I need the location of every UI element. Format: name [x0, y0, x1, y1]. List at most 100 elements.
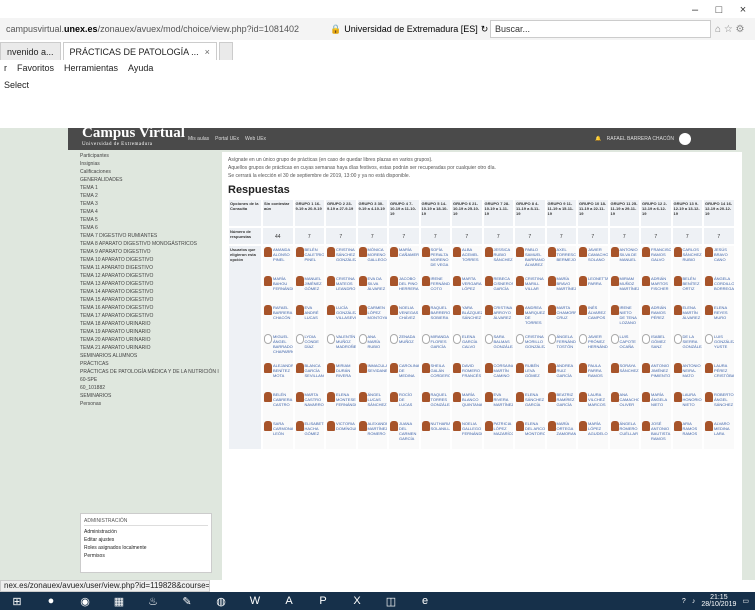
user-name[interactable]: NOELIA GALLEGO FERNÁNDEZ — [462, 421, 482, 436]
campus-logo[interactable]: Campus Virtual Universidad de Extremadura — [68, 126, 188, 151]
user-entry[interactable]: SARA BALMAS GONZÁLEZ — [484, 333, 513, 362]
user-entry[interactable]: VICTORIA DOMÍNGUEZ — [326, 420, 356, 449]
user-name[interactable]: ANTONIO SILVA DE MANUEL — [620, 247, 639, 262]
user-entry[interactable]: AMANDA ALONSO PINEL — [263, 246, 293, 275]
user-entry[interactable]: MARÍA BAHOU FERNÁNDEZ — [263, 275, 293, 304]
user-entry[interactable]: SARA CARMONA LEÓN — [263, 420, 293, 449]
user-entry[interactable]: MIRIAM MUÑOZ MARTÍNEZ — [610, 275, 639, 304]
user-entry[interactable]: ALEXANDRA MARTÍNEZ ROMERO — [358, 420, 387, 449]
user-entry[interactable]: ELENA MARTÍN ÁLVAREZ — [673, 304, 703, 333]
user-name[interactable]: ROBERTO ÁNGEL SÁNCHEZ — [714, 392, 734, 407]
user-entry[interactable]: IRENE FERNÁNDEZ COTO — [421, 275, 451, 304]
nav-item[interactable]: Participantes — [80, 152, 220, 160]
user-name[interactable]: ARIA RAMOS RAMOS — [683, 421, 702, 436]
user-entry[interactable]: ROCÍO DE LUCAS — [389, 391, 419, 420]
menu-ayuda[interactable]: Ayuda — [128, 60, 153, 77]
user-name[interactable]: SORAYA SÁNCHEZ — [620, 363, 639, 373]
user-entry[interactable]: SOFÍA PERALTA MORENO DE VEGA — [421, 246, 451, 275]
user-entry[interactable]: ROBERTO ÁNGEL SÁNCHEZ — [704, 391, 734, 420]
user-entry[interactable]: JAVIER CAMACHO SOLANO — [578, 246, 608, 275]
user-entry[interactable]: MIRANDA FLORES GARCÍA — [421, 333, 451, 362]
user-entry[interactable]: MIGUEL ÁNGEL BARRADO CHAPARRO — [263, 333, 293, 362]
user-name[interactable]: MARÍA ÁNGELA NIETO — [651, 392, 670, 407]
user-name[interactable]: ÁNGELA CORDILLO BORREGA — [714, 276, 734, 291]
user-entry[interactable]: ALVARO MEDINA LARA — [704, 420, 734, 449]
user-entry[interactable]: LEONETTA PARRA — [578, 275, 608, 304]
user-name[interactable]: JAVIER CAMACHO SOLANO — [588, 247, 608, 262]
user-entry[interactable]: MARTA CHAMORRO CRUZ — [547, 304, 576, 333]
user-name[interactable]: MARTA VERGARA LÓPEZ — [462, 276, 481, 291]
user-name[interactable]: IRENE NIETO DE TENA LOZANO — [620, 305, 639, 325]
user-entry[interactable]: MIRIAM DURÁN RIVERA — [326, 362, 356, 391]
nav-item[interactable]: Insignias — [80, 160, 220, 168]
nav-item[interactable]: TEMA 15 APARATO DIGESTIVO — [80, 296, 220, 304]
user-name[interactable]: PAULA PARRA RAMOS — [588, 363, 607, 378]
nav-item[interactable]: PRÁCTICAS — [80, 360, 220, 368]
user-entry[interactable]: RUBÉN LEVA GÓMEZ — [515, 362, 545, 391]
user-entry[interactable]: LYDIA CONDE DÍAZ — [295, 333, 325, 362]
user-name[interactable]: BELÉN CABRERA CASTRO — [273, 392, 292, 407]
user-entry[interactable]: MARÍA BLANCO QUINTANA — [452, 391, 482, 420]
menu-item[interactable]: r — [4, 60, 7, 77]
paint-icon[interactable]: ✎ — [170, 592, 204, 610]
user-name[interactable]: NUTHARIA SOLANILLA — [431, 421, 451, 431]
media-icon[interactable]: ▦ — [102, 592, 136, 610]
user-name[interactable]: EVA DA SILVA ÁLVAREZ — [368, 276, 387, 291]
user-entry[interactable]: ALBA ACEMEL TORRES — [452, 246, 482, 275]
user-entry[interactable]: PAULA PARRA RAMOS — [578, 362, 608, 391]
user-entry[interactable]: CRISTINA ARROYO ÁLVAREZ — [484, 304, 514, 333]
user-entry[interactable]: EVA ANDRÉ LUCAS — [295, 304, 325, 333]
user-name[interactable]: PABLO SAMUEL BARRANCO ÁLVAREZ — [525, 247, 545, 267]
user-entry[interactable]: NOELIA VENEGAS CHÁVEZ — [389, 304, 419, 333]
user-entry[interactable]: LAURA PÉREZ CRISTÓBAL — [704, 362, 734, 391]
firefox-icon[interactable]: ◉ — [68, 592, 102, 610]
user-entry[interactable]: EVA DA SILVA ÁLVAREZ — [358, 275, 388, 304]
user-name[interactable]: ÁNGEL LUCAS SÁNCHEZ — [368, 392, 387, 407]
user-name[interactable]: AXEL TORRESCUSA BERMEJO — [557, 247, 577, 262]
user-name[interactable]: MARTA CASTRO NAVARRO — [305, 392, 324, 407]
user-name[interactable]: ADRIÁN RAMOS PÉREZ — [651, 305, 670, 320]
user-name[interactable]: ELENA DEL ARCO MONTORO — [525, 421, 545, 436]
user-name[interactable]: RUBÉN LEVA GÓMEZ — [525, 363, 544, 378]
user-name[interactable]: JESÚS BRAVO CANO — [714, 247, 733, 262]
chrome-icon[interactable]: ● — [34, 592, 68, 610]
user-name[interactable]: MARÍA LÓPEZ AGUDELO — [588, 421, 608, 436]
user-name[interactable]: ELENA MARTÍN ÁLVAREZ — [683, 305, 702, 320]
user-name[interactable]: RAFAEL BARRERA CHACÓN — [273, 305, 292, 320]
user-entry[interactable]: INMACULADA SEVIDANE — [358, 362, 388, 391]
user-entry[interactable]: MARÍA ÁNGELA NIETO — [641, 391, 671, 420]
user-entry[interactable]: DE LA SIERRA GONZÁLEZ — [673, 333, 703, 362]
home-star-gear-icons[interactable]: ⌂ ☆ ⚙ — [715, 24, 755, 35]
select-label[interactable]: Select — [4, 78, 29, 93]
help-icon[interactable]: ? — [682, 598, 686, 605]
user-name[interactable]: JACOBO DEL PINO HERRERA — [399, 276, 419, 291]
user-name[interactable]: SARA CARMONA LEÓN — [273, 421, 293, 436]
user-entry[interactable]: ANA CAMACHO OLIVER — [610, 391, 639, 420]
user-name[interactable]: ANDREA MARQUEZ DE TORRES — [525, 305, 545, 325]
user-name[interactable]: NOELIA VENEGAS CHÁVEZ — [399, 305, 418, 320]
close-tab-icon[interactable]: × — [205, 47, 210, 57]
nav-web[interactable]: Web UEx — [245, 136, 266, 142]
user-name[interactable]: ALEJANDRO BENÍTEZ MOTA — [273, 363, 293, 378]
user-entry[interactable]: FRANCISCO RAMOS GALVO — [641, 246, 671, 275]
user-name[interactable]: MANUEL JIMÉNEZ GÓMEZ — [305, 276, 324, 291]
admin-item[interactable]: Permisos — [84, 552, 208, 560]
user-entry[interactable]: ANDREA RUIZ GARCÍA — [547, 362, 577, 391]
user-entry[interactable]: MARTA VERGARA LÓPEZ — [452, 275, 482, 304]
user-entry[interactable]: RAFAEL BARRERA CHACÓN — [263, 304, 293, 333]
user-name[interactable]: IRENE FERNÁNDEZ COTO — [431, 276, 451, 291]
nav-item[interactable]: GENERALIDADES — [80, 176, 220, 184]
user-name[interactable]: DE LA SIERRA GONZÁLEZ — [683, 334, 703, 349]
user-entry[interactable]: AXEL TORRESCUSA BERMEJO — [547, 246, 577, 275]
new-tab-button[interactable] — [218, 42, 233, 60]
user-name[interactable]: INMACULADA SEVIDANE — [368, 363, 388, 373]
nav-item[interactable]: TEMA 6 — [80, 224, 220, 232]
user-entry[interactable]: MANUEL JIMÉNEZ GÓMEZ — [295, 275, 325, 304]
store-icon[interactable]: ◫ — [374, 592, 408, 610]
user-name[interactable]: YARA BLÁZQUEZ SÁNCHEZ — [462, 305, 482, 320]
user-entry[interactable]: JESÚS BRAVO CANO — [704, 246, 734, 275]
user-entry[interactable]: ARIA RAMOS RAMOS — [673, 420, 703, 449]
user-name[interactable]: MARÍA ORTEGA ZAMORANO — [557, 421, 577, 436]
maximize-button[interactable]: □ — [707, 0, 731, 20]
user-entry[interactable]: ÁNGELA ROMERO CUÉLLAR — [610, 420, 640, 449]
